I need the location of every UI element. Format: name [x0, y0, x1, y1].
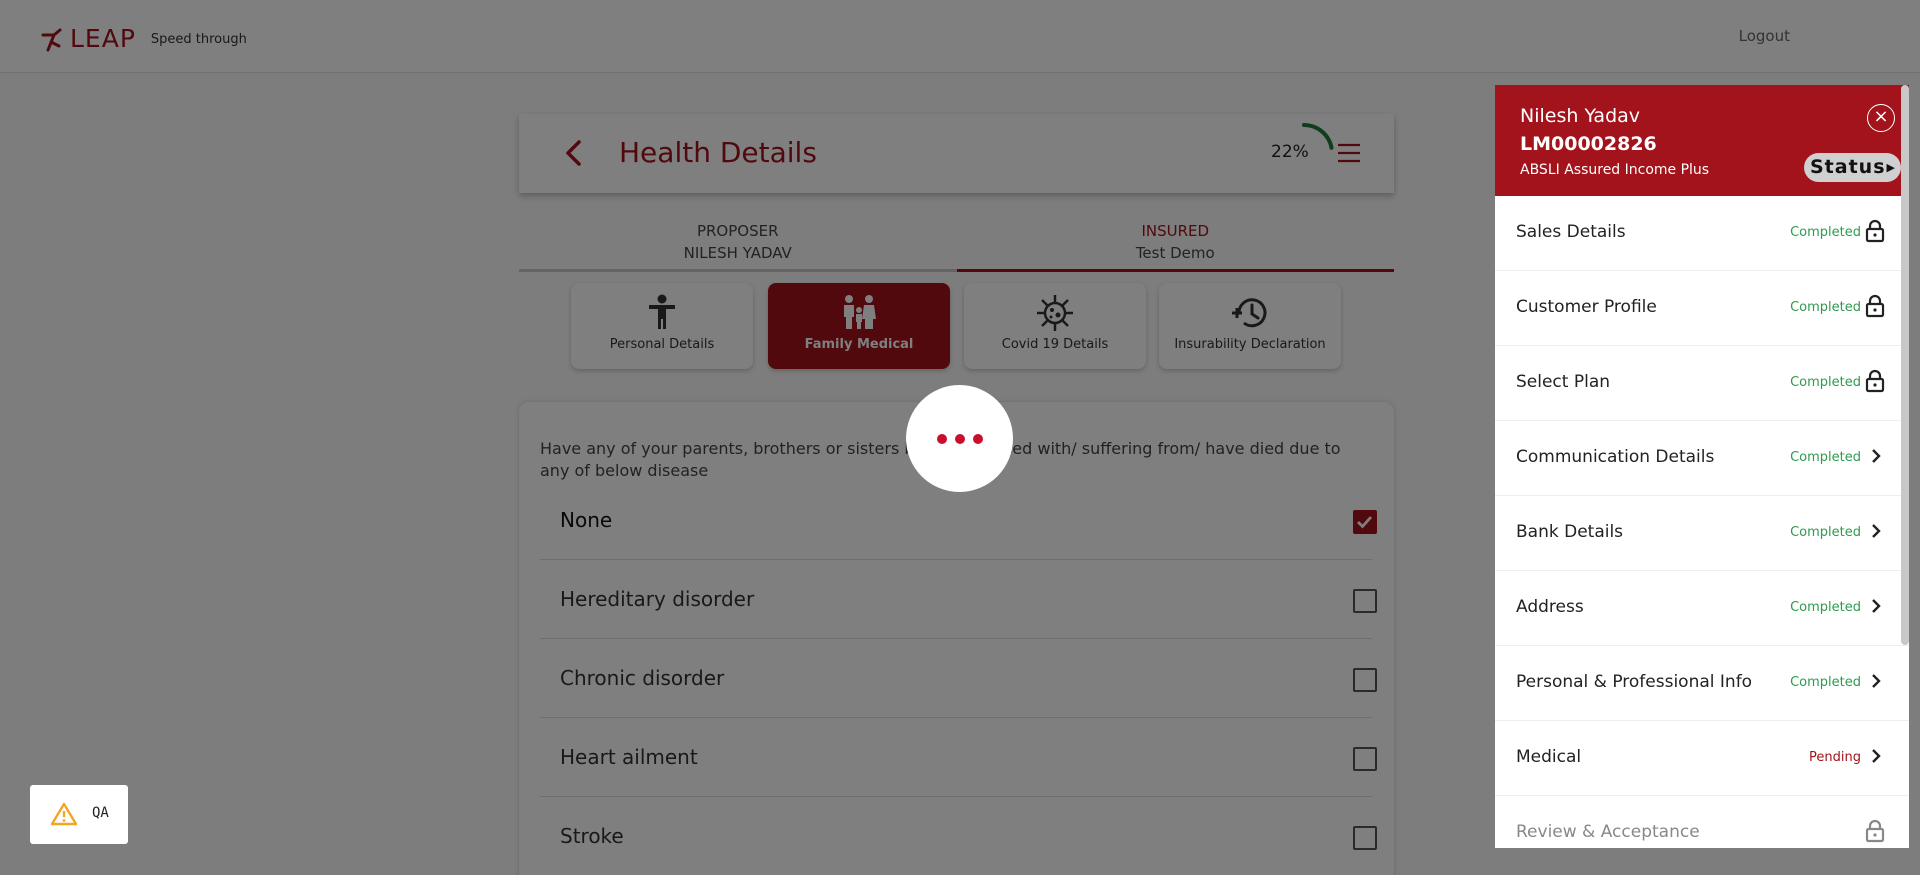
status-button-label: Status: [1810, 156, 1886, 178]
status-button[interactable]: Status ▶: [1804, 153, 1901, 182]
panel-item-status: Completed: [1790, 375, 1861, 390]
loading-dot: [955, 434, 965, 444]
panel-item-status: Pending: [1809, 750, 1861, 765]
lock-icon: [1865, 819, 1885, 843]
lock-icon: [1865, 294, 1885, 318]
panel-item-label: Select Plan: [1516, 372, 1611, 392]
warning-icon: [50, 802, 78, 826]
chevron-right-icon: [1872, 749, 1881, 763]
panel-item-status: Completed: [1790, 225, 1861, 240]
lead-id: LM00002826: [1520, 133, 1657, 155]
lock-icon: [1865, 369, 1885, 393]
panel-item-label: Address: [1516, 597, 1584, 617]
panel-item-sales-details[interactable]: Sales Details Completed: [1495, 196, 1909, 271]
panel-item-bank-details[interactable]: Bank Details Completed: [1495, 496, 1909, 571]
chevron-right-icon: [1872, 449, 1881, 463]
panel-item-label: Review & Acceptance: [1516, 822, 1700, 842]
panel-item-status: Completed: [1790, 675, 1861, 690]
panel-item-communication-details[interactable]: Communication Details Completed: [1495, 421, 1909, 496]
panel-item-review-acceptance: Review & Acceptance: [1495, 796, 1909, 848]
caret-right-icon: ▶: [1886, 161, 1896, 174]
panel-item-status: Completed: [1790, 300, 1861, 315]
plan-name: ABSLI Assured Income Plus: [1520, 162, 1710, 178]
environment-label: QA: [92, 805, 109, 821]
loading-dot: [937, 434, 947, 444]
chevron-right-icon: [1872, 599, 1881, 613]
panel-item-status: Completed: [1790, 525, 1861, 540]
panel-item-customer-profile[interactable]: Customer Profile Completed: [1495, 271, 1909, 346]
panel-item-label: Medical: [1516, 747, 1582, 767]
panel-item-medical[interactable]: Medical Pending: [1495, 721, 1909, 796]
panel-item-label: Sales Details: [1516, 222, 1626, 242]
environment-badge: QA: [30, 785, 128, 844]
panel-item-personal-professional-info[interactable]: Personal & Professional Info Completed: [1495, 646, 1909, 721]
chevron-right-icon: [1872, 524, 1881, 538]
customer-name: Nilesh Yadav: [1520, 105, 1641, 127]
loading-spinner: [906, 385, 1013, 492]
loading-dot: [973, 434, 983, 444]
chevron-right-icon: [1872, 674, 1881, 688]
panel-item-label: Communication Details: [1516, 447, 1715, 467]
panel-item-label: Bank Details: [1516, 522, 1624, 542]
panel-item-label: Customer Profile: [1516, 297, 1657, 317]
panel-item-label: Personal & Professional Info: [1516, 672, 1753, 692]
panel-item-status: Completed: [1790, 450, 1861, 465]
panel-item-status: Completed: [1790, 600, 1861, 615]
close-icon[interactable]: ×: [1867, 104, 1895, 132]
panel-scrollbar[interactable]: [1901, 85, 1909, 645]
panel-item-address[interactable]: Address Completed: [1495, 571, 1909, 646]
panel-header: Nilesh Yadav LM00002826 ABSLI Assured In…: [1495, 85, 1909, 196]
panel-item-select-plan[interactable]: Select Plan Completed: [1495, 346, 1909, 421]
lock-icon: [1865, 219, 1885, 243]
application-side-panel: Nilesh Yadav LM00002826 ABSLI Assured In…: [1495, 85, 1909, 848]
